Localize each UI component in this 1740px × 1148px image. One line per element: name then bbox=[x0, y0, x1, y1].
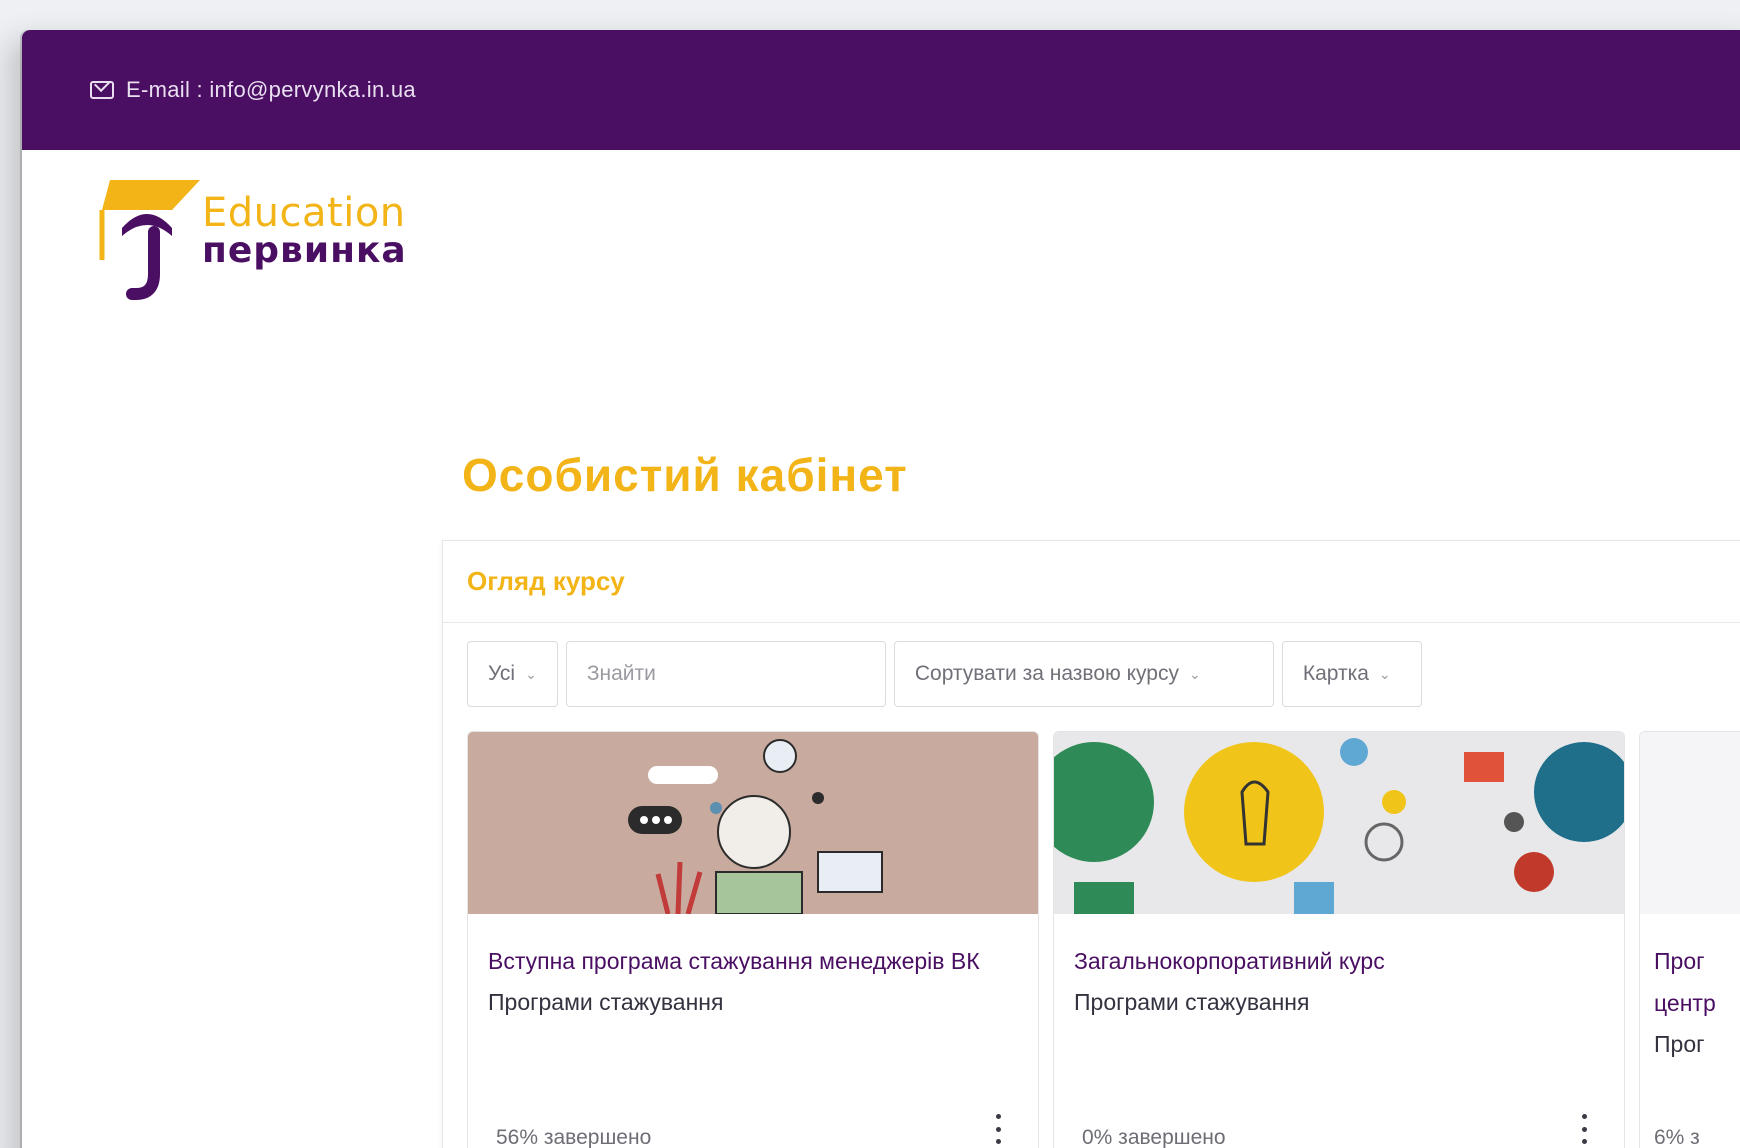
chevron-down-icon: ⌄ bbox=[1188, 665, 1201, 682]
course-card[interactable]: Прог центр Прог 6% з bbox=[1639, 731, 1740, 1148]
course-image[interactable] bbox=[1640, 732, 1740, 914]
chevron-down-icon: ⌄ bbox=[525, 665, 537, 682]
course-illustration bbox=[1054, 732, 1624, 914]
course-title[interactable]: Загальнокорпоративний курс bbox=[1074, 940, 1604, 982]
course-category: Програми стажування bbox=[488, 989, 724, 1015]
course-title-line2[interactable]: центр bbox=[1654, 982, 1738, 1024]
graduation-cap-icon bbox=[99, 180, 200, 300]
view-dropdown[interactable]: Картка ⌄ bbox=[1281, 641, 1422, 707]
course-progress-text: 0% завершено bbox=[1082, 1126, 1226, 1148]
search-input[interactable]: Знайти bbox=[565, 641, 886, 707]
course-actions-menu-icon[interactable] bbox=[1574, 1114, 1594, 1144]
course-progress-text: 6% з bbox=[1654, 1126, 1700, 1148]
course-image[interactable] bbox=[468, 732, 1038, 914]
mail-icon bbox=[90, 81, 114, 99]
course-title[interactable]: Прог bbox=[1654, 940, 1738, 982]
course-card[interactable]: Вступна програма стажування менеджерів В… bbox=[467, 731, 1039, 1148]
block-title: Огляд курсу bbox=[443, 541, 1740, 623]
course-card-list: Вступна програма стажування менеджерів В… bbox=[467, 731, 1740, 1148]
course-category: Програми стажування bbox=[1074, 989, 1310, 1015]
course-title[interactable]: Вступна програма стажування менеджерів В… bbox=[488, 940, 1018, 982]
contact-email[interactable]: E-mail : info@pervynka.in.ua bbox=[126, 77, 416, 103]
course-overview-block: Огляд курсу Усі ⌄ Знайти Сортувати за на… bbox=[442, 540, 1740, 1148]
course-card[interactable]: Загальнокорпоративний курс Програми стаж… bbox=[1053, 731, 1625, 1148]
page-title: Особистий кабінет bbox=[462, 449, 908, 501]
course-filters: Усі ⌄ Знайти Сортувати за назвою курсу ⌄… bbox=[467, 641, 1422, 707]
course-actions-menu-icon[interactable] bbox=[988, 1114, 1008, 1144]
course-card-body: Вступна програма стажування менеджерів В… bbox=[468, 914, 1038, 1148]
search-placeholder: Знайти bbox=[586, 662, 656, 685]
sort-value: Сортувати за назвою курсу bbox=[914, 662, 1179, 685]
sort-dropdown[interactable]: Сортувати за назвою курсу ⌄ bbox=[893, 641, 1274, 707]
course-category: Прог bbox=[1654, 1031, 1705, 1057]
chevron-down-icon: ⌄ bbox=[1378, 665, 1391, 682]
view-value: Картка bbox=[1302, 662, 1369, 685]
course-card-body: Прог центр Прог 6% з bbox=[1640, 914, 1740, 1148]
browser-page: E-mail : info@pervynka.in.ua Education п… bbox=[22, 30, 1740, 1148]
logo-text-pervynka: первинка bbox=[202, 230, 407, 271]
top-contact-bar: E-mail : info@pervynka.in.ua bbox=[22, 30, 1740, 150]
grouping-value: Усі bbox=[488, 662, 516, 685]
site-logo[interactable]: Education первинка bbox=[92, 170, 422, 310]
grouping-dropdown[interactable]: Усі ⌄ bbox=[467, 641, 558, 707]
course-progress-text: 56% завершено bbox=[496, 1126, 652, 1148]
course-image[interactable] bbox=[1054, 732, 1624, 914]
course-card-body: Загальнокорпоративний курс Програми стаж… bbox=[1054, 914, 1624, 1148]
course-illustration bbox=[468, 732, 1038, 914]
